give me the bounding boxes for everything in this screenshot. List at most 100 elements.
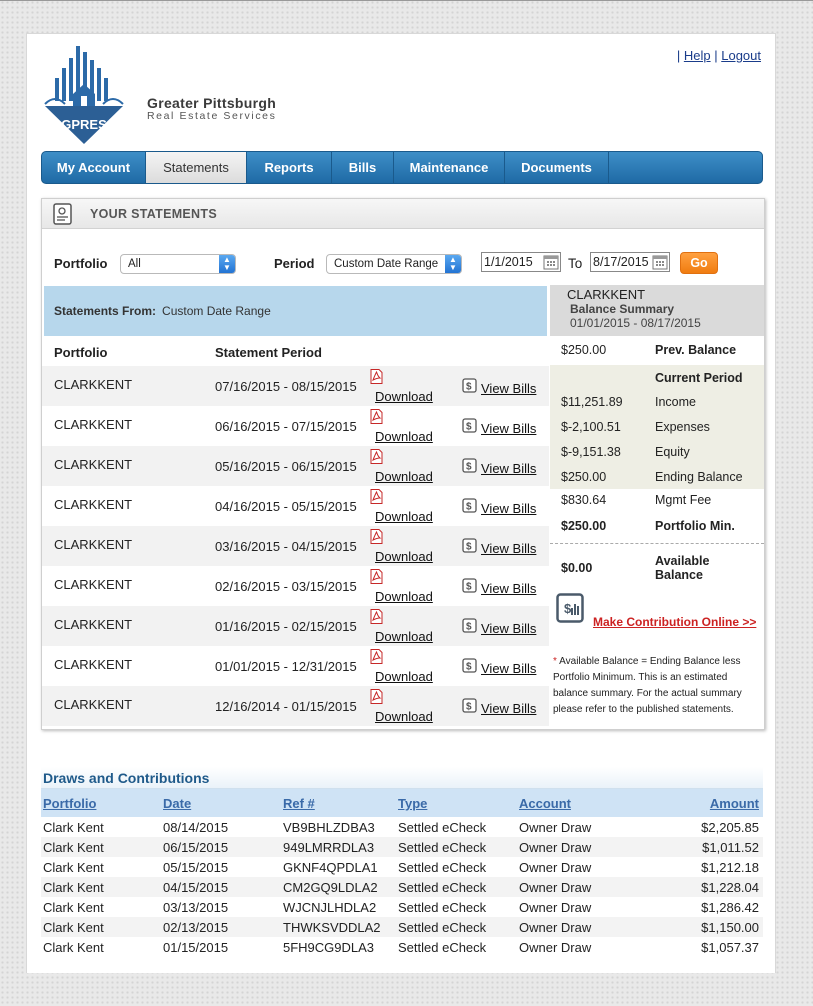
view-bills-link[interactable]: View Bills: [481, 621, 536, 636]
pdf-icon[interactable]: [369, 689, 384, 704]
bill-icon[interactable]: $: [462, 618, 477, 633]
draw-account: Owner Draw: [519, 920, 592, 935]
draw-type: Settled eCheck: [398, 900, 487, 915]
draw-row: Clark Kent 08/14/2015 VB9BHLZDBA3 Settled e…: [41, 817, 763, 837]
draws-title: Draws and Contributions: [41, 767, 763, 789]
period-label: Period: [274, 256, 315, 271]
view-bills-link[interactable]: View Bills: [481, 421, 536, 436]
pdf-icon[interactable]: [369, 529, 384, 544]
pdf-icon[interactable]: [369, 489, 384, 504]
sort-account-link[interactable]: Account: [519, 796, 571, 811]
make-contribution-link[interactable]: Make Contribution Online >>: [593, 615, 756, 629]
tab-documents[interactable]: Documents: [505, 152, 609, 183]
pdf-icon[interactable]: [369, 649, 384, 664]
draw-portfolio: Clark Kent: [43, 920, 104, 935]
go-button[interactable]: Go: [680, 252, 718, 274]
top-links: | Help | Logout: [676, 48, 761, 63]
view-bills-link[interactable]: View Bills: [481, 461, 536, 476]
statement-filters: Portfolio All ▲ ▼ Period Custom Date Rang…: [42, 249, 764, 279]
statement-portfolio: CLARKKENT: [54, 657, 133, 672]
download-link[interactable]: Download: [375, 469, 433, 484]
bill-icon[interactable]: $: [462, 538, 477, 553]
view-bills-link[interactable]: View Bills: [481, 581, 536, 596]
calendar-icon[interactable]: [543, 254, 559, 270]
download-link[interactable]: Download: [375, 669, 433, 684]
download-link[interactable]: Download: [375, 589, 433, 604]
period-select[interactable]: Custom Date Range ▲ ▼: [326, 254, 462, 274]
sort-ref-link[interactable]: Ref #: [283, 796, 315, 811]
sort-amount-link[interactable]: Amount: [710, 796, 759, 811]
draw-ref: 5FH9CG9DLA3: [283, 940, 375, 955]
pdf-icon[interactable]: [369, 409, 384, 424]
draw-portfolio: Clark Kent: [43, 940, 104, 955]
statement-row: CLARKKENT 07/16/2015 - 08/15/2015 Download…: [42, 366, 549, 406]
svg-text:$: $: [466, 502, 472, 513]
download-link[interactable]: Download: [375, 549, 433, 564]
statements-table: Portfolio Statement Period CLARKKENT 07/1…: [42, 336, 549, 726]
svg-text:$: $: [466, 622, 472, 633]
help-link[interactable]: Help: [684, 48, 711, 63]
bill-icon[interactable]: $: [462, 578, 477, 593]
bill-icon[interactable]: $: [462, 498, 477, 513]
draw-ref: THWKSVDDLA2: [283, 920, 381, 935]
statement-period: 12/16/2014 - 01/15/2015: [215, 699, 357, 714]
sort-date-link[interactable]: Date: [163, 796, 191, 811]
tab-my-account[interactable]: My Account: [42, 152, 146, 183]
draw-ref: VB9BHLZDBA3: [283, 820, 375, 835]
tab-maintenance[interactable]: Maintenance: [394, 152, 505, 183]
contribution-icon[interactable]: $: [556, 593, 584, 623]
tab-reports[interactable]: Reports: [247, 152, 332, 183]
download-link[interactable]: Download: [375, 429, 433, 444]
pdf-icon[interactable]: [369, 569, 384, 584]
draw-amount: $1,011.52: [702, 840, 759, 855]
logout-link[interactable]: Logout: [721, 48, 761, 63]
draw-row: Clark Kent 05/15/2015 GKNF4QPDLA1 Settled e…: [41, 857, 763, 877]
bill-icon[interactable]: $: [462, 378, 477, 393]
draw-account: Owner Draw: [519, 940, 592, 955]
view-bills-link[interactable]: View Bills: [481, 501, 536, 516]
statement-portfolio: CLARKKENT: [54, 577, 133, 592]
draws-header: Portfolio Date Ref # Type Account Amount: [41, 789, 763, 817]
statements-header: Portfolio Statement Period: [54, 345, 322, 360]
download-link[interactable]: Download: [375, 709, 433, 724]
bill-icon[interactable]: $: [462, 658, 477, 673]
bill-icon[interactable]: $: [462, 418, 477, 433]
statement-portfolio: CLARKKENT: [54, 417, 133, 432]
view-bills-link[interactable]: View Bills: [481, 701, 536, 716]
calendar-icon[interactable]: [652, 254, 668, 270]
draw-rows: Clark Kent 08/14/2015 VB9BHLZDBA3 Settled e…: [41, 817, 763, 957]
bill-icon[interactable]: $: [462, 458, 477, 473]
download-link[interactable]: Download: [375, 389, 433, 404]
statement-period: 04/16/2015 - 05/15/2015: [215, 499, 357, 514]
balance-note: * Available Balance = Ending Balance les…: [553, 656, 742, 715]
draw-type: Settled eCheck: [398, 840, 487, 855]
pdf-icon[interactable]: [369, 369, 384, 384]
bill-icon[interactable]: $: [462, 698, 477, 713]
download-link[interactable]: Download: [375, 629, 433, 644]
pdf-icon[interactable]: [369, 449, 384, 464]
portfolio-select[interactable]: All ▲ ▼: [120, 254, 236, 274]
statement-portfolio: CLARKKENT: [54, 457, 133, 472]
svg-text:$: $: [564, 601, 572, 616]
statement-icon: [53, 202, 72, 225]
view-bills-link[interactable]: View Bills: [481, 661, 536, 676]
draw-ref: CM2GQ9LDLA2: [283, 880, 378, 895]
view-bills-link[interactable]: View Bills: [481, 381, 536, 396]
statement-row: CLARKKENT 06/16/2015 - 07/15/2015 Download…: [42, 406, 549, 446]
portfolio-label: Portfolio: [54, 256, 108, 271]
svg-text:GPRES: GPRES: [61, 117, 107, 132]
download-link[interactable]: Download: [375, 509, 433, 524]
statements-panel: YOUR STATEMENTS Portfolio All ▲ ▼ Period …: [41, 198, 765, 730]
pdf-icon[interactable]: [369, 609, 384, 624]
statement-row: CLARKKENT 05/16/2015 - 06/15/2015 Download…: [42, 446, 549, 486]
sort-portfolio-link[interactable]: Portfolio: [43, 796, 96, 811]
sort-type-link[interactable]: Type: [398, 796, 427, 811]
tab-bills[interactable]: Bills: [332, 152, 394, 183]
statement-row: CLARKKENT 12/16/2014 - 01/15/2015 Download…: [42, 686, 549, 726]
svg-text:$: $: [466, 702, 472, 713]
draw-amount: $1,212.18: [701, 860, 759, 875]
view-bills-link[interactable]: View Bills: [481, 541, 536, 556]
brand-tagline: Real Estate Services: [147, 110, 277, 122]
tab-statements[interactable]: Statements: [146, 152, 247, 183]
to-label: To: [568, 256, 583, 271]
